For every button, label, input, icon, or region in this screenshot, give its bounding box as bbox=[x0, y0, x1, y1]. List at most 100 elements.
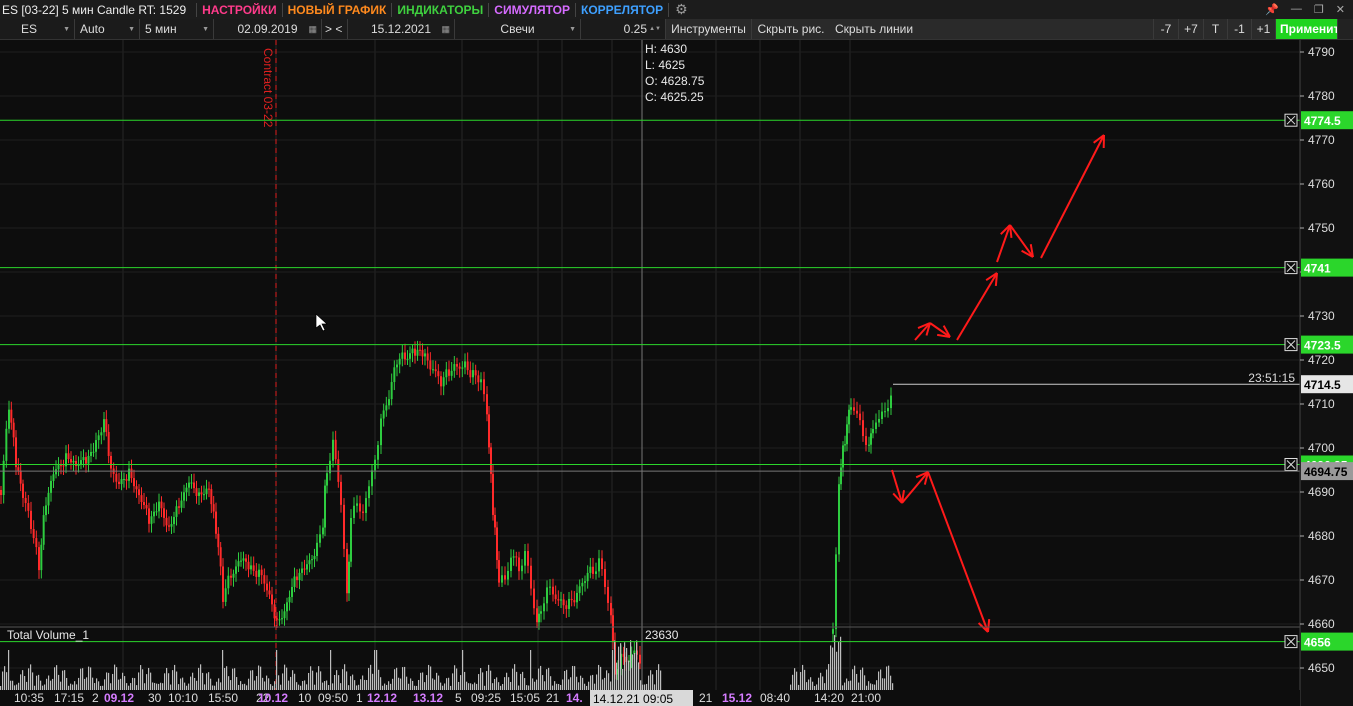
level-close-icon[interactable] bbox=[1284, 458, 1298, 471]
level-close-icon[interactable] bbox=[1284, 635, 1298, 649]
candle-body bbox=[598, 558, 600, 572]
volume-bar bbox=[306, 684, 308, 690]
candle-body bbox=[2, 460, 5, 495]
gear-icon[interactable]: ⚙ bbox=[675, 1, 688, 18]
candle-body bbox=[155, 511, 158, 513]
scale-select[interactable]: Auto ▼ bbox=[75, 19, 140, 39]
volume-bar bbox=[854, 665, 856, 690]
calendar-icon[interactable]: ▦ bbox=[308, 24, 317, 35]
time-axis[interactable]: 10:35 17:15 2 09.12 30 10:10 15:50 2210.12 10 09:… bbox=[0, 690, 1300, 706]
candle-body bbox=[47, 492, 50, 506]
candle-body bbox=[868, 444, 870, 446]
minimize-icon[interactable]: — bbox=[1291, 3, 1302, 16]
date-to-field[interactable]: 15.12.2021 ▦ bbox=[348, 19, 455, 39]
volume-bar bbox=[270, 684, 272, 690]
close-icon[interactable]: ✕ bbox=[1336, 3, 1345, 16]
volume-bar bbox=[482, 672, 484, 690]
candle-body bbox=[200, 492, 203, 495]
candle-body bbox=[240, 560, 242, 562]
t-button[interactable]: T bbox=[1204, 19, 1228, 39]
volume-bar bbox=[88, 666, 90, 690]
candle-body bbox=[38, 547, 40, 571]
menu-correlator[interactable]: КОРРЕЛЯТОР bbox=[576, 3, 668, 17]
level-close-icon[interactable] bbox=[1284, 261, 1298, 275]
candle-body bbox=[440, 376, 442, 387]
candle-body bbox=[185, 487, 188, 493]
candle-body bbox=[434, 369, 437, 372]
volume-bar bbox=[392, 678, 394, 690]
level-close-icon[interactable] bbox=[1284, 113, 1298, 127]
candle-body bbox=[19, 470, 22, 484]
candle-body bbox=[530, 565, 532, 589]
menu-settings[interactable]: НАСТРОЙКИ bbox=[197, 3, 281, 17]
volume-bar bbox=[604, 677, 606, 690]
time-axis-label: 21 bbox=[699, 691, 713, 705]
volume-bar bbox=[814, 685, 816, 690]
date-from-field[interactable]: 02.09.2019 ▦ bbox=[214, 19, 322, 39]
chart-type-select[interactable]: Свечи ▼ bbox=[455, 19, 581, 39]
candle-body bbox=[488, 414, 490, 448]
pin-icon[interactable]: 📌 bbox=[1265, 3, 1279, 16]
candle-body bbox=[859, 413, 861, 421]
menu-simulator[interactable]: СИМУЛЯТОР bbox=[489, 3, 575, 17]
nav-arrows[interactable]: > < bbox=[325, 22, 342, 36]
minus1-button[interactable]: -1 bbox=[1228, 19, 1252, 39]
candle-body bbox=[518, 557, 520, 572]
candle-body bbox=[343, 504, 345, 549]
volume-bar bbox=[332, 683, 334, 690]
volume-bar bbox=[404, 666, 406, 690]
hide-lines-button[interactable]: Скрыть линии bbox=[830, 19, 1154, 39]
volume-bar bbox=[426, 675, 428, 690]
volume-bar bbox=[84, 678, 86, 690]
stepper-arrows-icon[interactable]: ▲▼ bbox=[649, 26, 661, 32]
candle-body bbox=[188, 482, 190, 488]
volume-bar bbox=[412, 680, 414, 690]
arrow-drawing bbox=[996, 224, 1013, 263]
restore-icon[interactable]: ❐ bbox=[1314, 3, 1324, 16]
nav-buttons[interactable]: > < bbox=[322, 19, 348, 39]
calendar-icon[interactable]: ▦ bbox=[441, 24, 450, 35]
toolbar: ES ▼ Auto ▼ 5 мин ▼ 02.09.2019 ▦ > < 15.12.2… bbox=[0, 19, 1353, 40]
volume-bar bbox=[470, 683, 472, 690]
minus7-button[interactable]: -7 bbox=[1154, 19, 1179, 39]
hide-drawings-button[interactable]: Скрыть рис. bbox=[752, 19, 830, 39]
candle-body bbox=[296, 576, 298, 581]
plus7-button[interactable]: +7 bbox=[1179, 19, 1204, 39]
candle-body bbox=[55, 469, 57, 475]
candle-body bbox=[62, 465, 65, 467]
candle-body bbox=[840, 467, 842, 485]
candle-body bbox=[250, 565, 252, 570]
menu-new-chart[interactable]: НОВЫЙ ГРАФИК bbox=[283, 3, 392, 17]
volume-bars bbox=[0, 635, 894, 690]
volume-bar bbox=[284, 664, 286, 690]
candle-body bbox=[227, 575, 230, 589]
volume-bar bbox=[818, 677, 820, 690]
volume-bar bbox=[220, 682, 222, 690]
volume-bar bbox=[326, 680, 328, 690]
volume-bar bbox=[234, 668, 236, 690]
apply-button[interactable]: Применить bbox=[1276, 19, 1338, 39]
plus1-button[interactable]: +1 bbox=[1252, 19, 1276, 39]
volume-bar bbox=[30, 664, 32, 690]
volume-bar bbox=[16, 684, 18, 690]
volume-bar bbox=[800, 672, 802, 690]
volume-bar bbox=[282, 673, 284, 690]
price-chart[interactable]: Contract 03-22 H: 4630 L: 4625 O: 4628.7… bbox=[0, 40, 1353, 706]
timeframe-select[interactable]: 5 мин ▼ bbox=[140, 19, 214, 39]
candle-body bbox=[442, 377, 445, 387]
symbol-select[interactable]: ES ▼ bbox=[0, 19, 75, 39]
volume-bar bbox=[62, 670, 64, 690]
menu-indicators[interactable]: ИНДИКАТОРЫ bbox=[392, 3, 488, 17]
candle-body bbox=[848, 409, 850, 425]
candle-body bbox=[313, 555, 316, 560]
candle-body bbox=[411, 348, 414, 354]
instruments-button[interactable]: Инструменты bbox=[666, 19, 752, 39]
volume-bar bbox=[212, 685, 214, 690]
candle-body bbox=[356, 503, 358, 506]
candle-body bbox=[527, 551, 529, 566]
candle-body bbox=[340, 481, 342, 505]
tick-size-stepper[interactable]: 0.25 ▲▼ bbox=[581, 19, 666, 39]
price-tick-label: 4730 bbox=[1308, 309, 1335, 323]
level-close-icon[interactable] bbox=[1284, 338, 1298, 352]
volume-bar bbox=[498, 682, 500, 690]
